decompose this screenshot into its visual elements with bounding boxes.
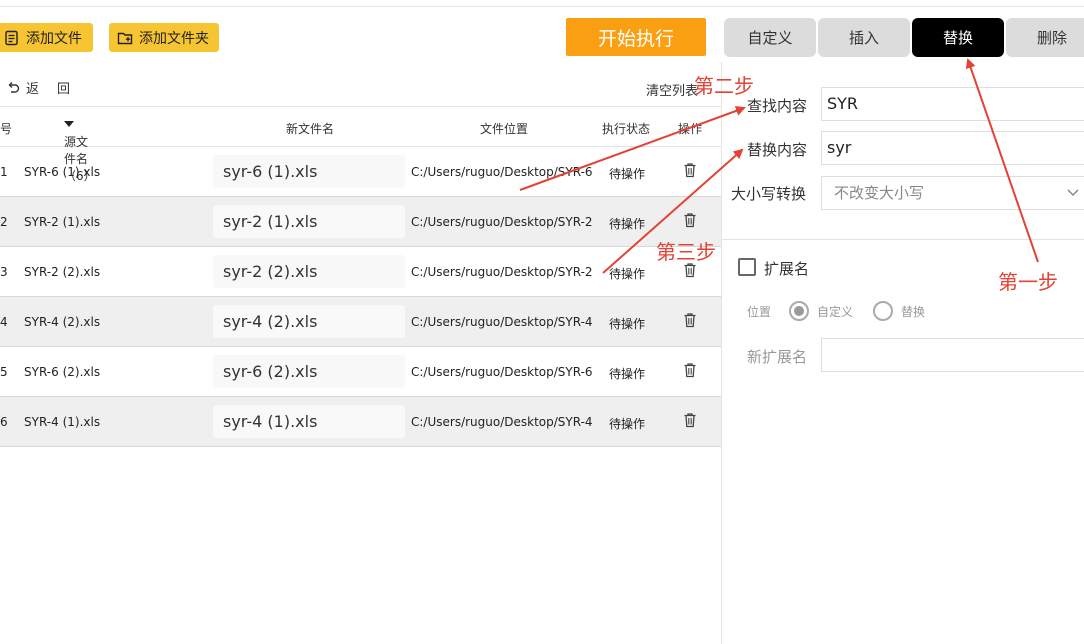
trash-icon[interactable]	[683, 362, 697, 378]
trash-icon[interactable]	[683, 162, 697, 178]
undo-icon	[8, 81, 20, 93]
row-location: C:/Users/ruguo/Desktop/SYR-4	[411, 315, 593, 329]
row-new-name-field[interactable]: syr-4 (2).xls	[213, 305, 405, 338]
annotation-step3: 第三步	[656, 240, 716, 264]
row-location: C:/Users/ruguo/Desktop/SYR-6	[411, 165, 593, 179]
row-status: 待操作	[609, 317, 646, 331]
row-status: 待操作	[609, 367, 646, 381]
tab-insert[interactable]: 插入	[818, 18, 910, 57]
replace-input[interactable]: syr	[821, 131, 1084, 165]
row-source-name: SYR-6 (2).xls	[24, 365, 101, 379]
case-select[interactable]: 不改变大小写	[821, 176, 1084, 210]
new-ext-label: 新扩展名	[747, 348, 808, 366]
table-body: 1 SYR-6 (1).xls syr-6 (1).xls C:/Users/rugu…	[0, 147, 721, 447]
trash-icon[interactable]	[683, 212, 697, 228]
table-header: 编号 源文件名（6） 新文件名 文件位置 执行状态 操作	[0, 106, 721, 183]
section-divider	[722, 239, 1084, 240]
row-location: C:/Users/ruguo/Desktop/SYR-2	[411, 215, 593, 229]
case-label: 大小写转换	[731, 185, 807, 203]
row-index: 5	[0, 365, 8, 379]
row-status: 待操作	[609, 217, 646, 231]
find-label: 查找内容	[747, 97, 808, 115]
case-select-value: 不改变大小写	[834, 184, 925, 202]
col-location: 文件位置	[480, 122, 529, 136]
row-location: C:/Users/ruguo/Desktop/SYR-2	[411, 265, 593, 279]
row-status: 待操作	[609, 267, 646, 281]
col-source[interactable]: 源文件名（6）	[64, 120, 96, 183]
row-new-name-field[interactable]: syr-4 (1).xls	[213, 405, 405, 438]
back-label: 返	[26, 82, 40, 97]
col-status: 执行状态	[602, 122, 651, 136]
row-index: 6	[0, 415, 8, 429]
table-row[interactable]: 3 SYR-2 (2).xls syr-2 (2).xls C:/Users/rugu…	[0, 247, 721, 297]
row-new-name-field[interactable]: syr-6 (2).xls	[213, 355, 405, 388]
row-source-name: SYR-2 (2).xls	[24, 265, 101, 279]
radio-replace-label: 替换	[901, 305, 926, 319]
col-index: 编号	[0, 122, 13, 136]
replace-label: 替换内容	[747, 141, 808, 159]
start-button[interactable]: 开始执行	[566, 18, 706, 56]
back-label-2: 回	[57, 82, 71, 97]
add-folder-button[interactable]: 添加文件夹	[109, 23, 219, 52]
trash-icon[interactable]	[683, 312, 697, 328]
radio-custom[interactable]	[789, 301, 809, 321]
table-row[interactable]: 2 SYR-2 (1).xls syr-2 (1).xls C:/Users/rugu…	[0, 197, 721, 247]
annotation-step1: 第一步	[998, 270, 1058, 294]
chevron-down-icon	[1067, 189, 1079, 197]
row-index: 3	[0, 265, 8, 279]
sort-down-icon	[64, 121, 74, 127]
add-folder-label: 添加文件夹	[139, 30, 209, 47]
annotation-step2: 第二步	[694, 74, 754, 98]
app-window: 添加文件 添加文件夹 开始执行 自定义 插入 替换 删除 返 回 清空列表 编号…	[0, 0, 1084, 644]
tab-delete[interactable]: 删除	[1006, 18, 1084, 57]
radio-custom-label: 自定义	[817, 305, 854, 319]
tab-custom[interactable]: 自定义	[724, 18, 816, 57]
row-location: C:/Users/ruguo/Desktop/SYR-4	[411, 415, 593, 429]
ext-checkbox[interactable]	[738, 258, 756, 276]
panel-divider	[721, 62, 722, 644]
row-index: 2	[0, 215, 8, 229]
add-file-button[interactable]: 添加文件	[0, 23, 93, 52]
file-table: 编号 源文件名（6） 新文件名 文件位置 执行状态 操作 1 SYR-6 (1).…	[0, 106, 721, 447]
row-new-name-field[interactable]: syr-6 (1).xls	[213, 155, 405, 188]
find-input[interactable]: SYR	[821, 87, 1084, 121]
tab-replace[interactable]: 替换	[912, 18, 1004, 57]
top-divider	[0, 6, 1084, 7]
trash-icon[interactable]	[683, 412, 697, 428]
row-source-name: SYR-4 (1).xls	[24, 415, 101, 429]
col-new-name: 新文件名	[286, 122, 335, 136]
table-row[interactable]: 5 SYR-6 (2).xls syr-6 (2).xls C:/Users/rugu…	[0, 347, 721, 397]
row-new-name-field[interactable]: syr-2 (1).xls	[213, 205, 405, 238]
back-button[interactable]: 返 回	[6, 78, 70, 97]
table-row[interactable]: 4 SYR-4 (2).xls syr-4 (2).xls C:/Users/rugu…	[0, 297, 721, 347]
position-label: 位置	[747, 305, 772, 319]
table-row[interactable]: 1 SYR-6 (1).xls syr-6 (1).xls C:/Users/rugu…	[0, 147, 721, 197]
col-action: 操作	[678, 122, 703, 136]
file-icon	[5, 30, 18, 45]
row-source-name: SYR-6 (1).xls	[24, 165, 101, 179]
clear-list-button[interactable]: 清空列表	[646, 80, 698, 99]
row-location: C:/Users/ruguo/Desktop/SYR-6	[411, 365, 593, 379]
row-status: 待操作	[609, 417, 646, 431]
row-index: 1	[0, 165, 8, 179]
row-status: 待操作	[609, 167, 646, 181]
ext-label: 扩展名	[764, 260, 810, 278]
radio-replace[interactable]	[873, 301, 893, 321]
new-ext-input[interactable]	[821, 338, 1084, 372]
row-new-name-field[interactable]: syr-2 (2).xls	[213, 255, 405, 288]
table-row[interactable]: 6 SYR-4 (1).xls syr-4 (1).xls C:/Users/rugu…	[0, 397, 721, 447]
row-source-name: SYR-2 (1).xls	[24, 215, 101, 229]
row-index: 4	[0, 315, 8, 329]
folder-add-icon	[117, 32, 133, 44]
add-file-label: 添加文件	[26, 30, 82, 47]
row-source-name: SYR-4 (2).xls	[24, 315, 101, 329]
